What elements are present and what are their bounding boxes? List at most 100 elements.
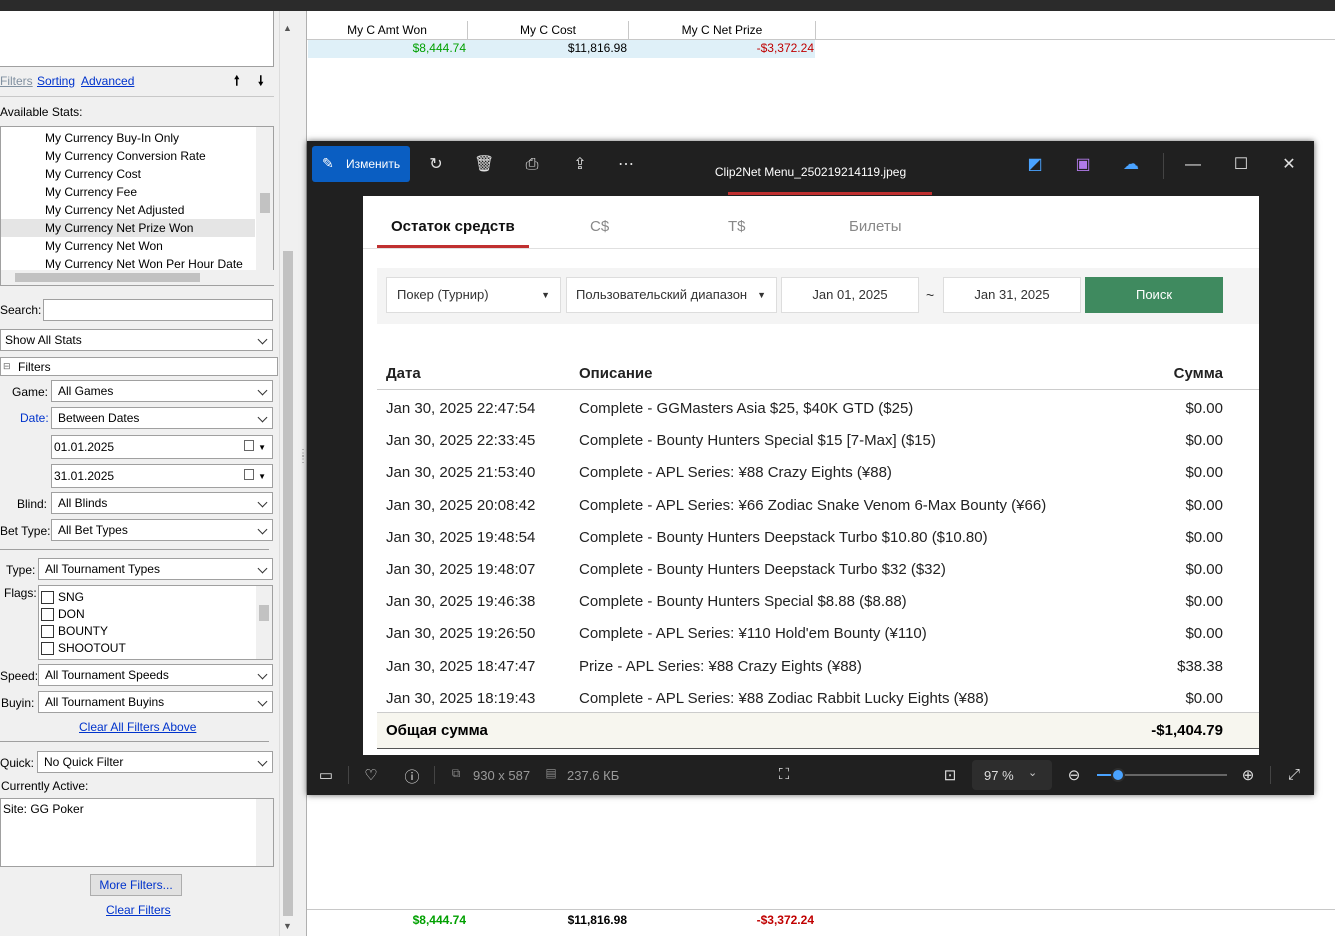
cell-sum: $0.00 [1185,689,1223,707]
info-icon[interactable]: ⓘ [403,766,421,787]
list-item[interactable]: My Currency Net Adjusted [1,201,255,219]
quick-label: Quick: [0,756,35,770]
fullscreen-icon[interactable]: ⤢ [1285,766,1303,783]
clear-above-link[interactable]: Clear All Filters Above [79,720,196,734]
flag-checkbox-item[interactable]: SHOOTOUT [41,640,126,657]
maximize-icon[interactable]: ☐ [1231,155,1251,175]
collapse-icon[interactable]: ⊟ [3,361,11,372]
zoom-slider[interactable] [1097,768,1227,782]
tab-tickets[interactable]: Билеты [849,218,901,235]
left-panel-scrollbar[interactable]: ▲ ▼ [279,11,296,936]
flag-label: SNG [58,590,85,604]
stats-list[interactable]: My Currency Buy-In Only My Currency Conve… [0,126,275,286]
date-to-field[interactable]: 31.01.2025 ▼ [51,464,273,488]
filters-section-header[interactable]: ⊟ Filters [0,357,278,376]
cell-sum: $0.00 [1185,528,1223,546]
speed-select[interactable]: All Tournament Speeds [38,664,273,686]
buyin-select[interactable]: All Tournament Buyins [38,691,273,713]
total-label: Общая сумма [386,722,488,739]
total-net: -$3,372.24 [756,913,814,927]
zoom-slider-thumb[interactable] [1110,768,1125,782]
bettype-select[interactable]: All Bet Types [51,519,273,541]
col-date: Дата [386,365,421,382]
search-button[interactable]: Поиск [1085,277,1223,313]
heart-icon[interactable]: ♡ [362,766,380,784]
onedrive-icon[interactable]: ☁ [1121,155,1141,175]
scroll-up-icon[interactable]: ▲ [283,23,292,33]
list-item[interactable]: My Currency Net Prize Won [1,219,255,237]
ocr-icon[interactable]: ⛶ [775,766,793,783]
blind-select[interactable]: All Blinds [51,492,273,514]
cost-cell: $11,816.98 [567,41,627,55]
more-filters-button[interactable]: More Filters... [90,874,182,896]
zoom-in-icon[interactable]: ⊕ [1239,766,1257,784]
splitter[interactable]: ⋮ ⋮ [296,11,308,936]
game-type-select[interactable]: Покер (Турнир) ▼ [386,277,561,313]
cell-date: Jan 30, 2025 21:53:40 [386,464,536,482]
checkbox[interactable] [41,608,54,622]
stats-vscroll[interactable] [256,127,273,271]
table-row: Jan 30, 2025 20:08:42 Complete - APL Seri… [363,491,1259,523]
minimize-icon[interactable]: — [1183,155,1203,175]
advanced-link[interactable]: Advanced [81,74,134,88]
list-item[interactable]: My Currency Cost [1,165,255,183]
search-input[interactable] [43,299,273,321]
search-label: Search: [0,303,42,317]
quick-select[interactable]: No Quick Filter [37,751,273,773]
zoom-out-icon[interactable]: ⊖ [1065,766,1083,784]
tab-balance[interactable]: Остаток средств [391,218,515,235]
tab-tdollar[interactable]: T$ [728,218,746,235]
filmstrip-icon[interactable]: ▭ [317,766,335,784]
scroll-down-icon[interactable]: ▼ [283,921,292,931]
type-select[interactable]: All Tournament Types [38,558,273,580]
tab-cdollar[interactable]: C$ [590,218,609,235]
col-header-cost[interactable]: My C Cost [468,21,629,39]
show-stats-select[interactable]: Show All Stats [0,329,273,351]
flag-checkbox-item[interactable]: DON [41,606,126,623]
blind-label: Blind: [17,497,48,511]
photo-viewer-window: ✎ Изменить ↻ 🗑 ⎙ ⇪ ⋯ Clip2Net Menu_25021… [307,141,1314,795]
list-item[interactable]: My Currency Conversion Rate [1,147,255,165]
viewed-image: Остаток средств C$ T$ Билеты Покер (Турн… [363,196,1259,756]
move-down-icon[interactable]: 🠗 [258,72,264,94]
col-desc: Описание [579,365,653,382]
doc-date-from[interactable]: Jan 01, 2025 [781,277,919,313]
col-header-amt-won[interactable]: My C Amt Won [307,21,468,39]
calendar-icon[interactable] [244,440,254,451]
flag-checkbox-item[interactable]: BOUNTY [41,623,126,640]
cell-desc: Complete - APL Series: ¥88 Zodiac Rabbit… [579,689,989,707]
checkbox[interactable] [41,642,54,656]
list-item[interactable]: My Currency Fee [1,183,255,201]
flags-list[interactable]: SNG DON BOUNTY SHOOTOUT [38,585,273,660]
sorting-link[interactable]: Sorting [37,74,75,88]
zoom-select[interactable]: 97 % ⌄ [972,760,1052,790]
game-select[interactable]: All Games [51,380,273,402]
totals-divider [307,909,1335,910]
close-icon[interactable]: ✕ [1279,155,1299,175]
doc-date-to[interactable]: Jan 31, 2025 [943,277,1081,313]
actual-size-icon[interactable]: ⊡ [941,766,959,784]
stats-hscroll[interactable] [1,270,275,285]
cell-sum: $38.38 [1177,657,1223,675]
list-item[interactable]: My Currency Net Won [1,237,255,255]
viewer-bottom-bar: ▭ ♡ ⓘ ⧉ 930 x 587 ▤ 237.6 КБ ⛶ ⊡ 97 % ⌄ … [307,755,1314,795]
divider [0,741,269,742]
checkbox[interactable] [41,625,54,639]
table-row: Jan 30, 2025 21:53:40 Complete - APL Seri… [363,458,1259,490]
flag-checkbox-item[interactable]: SNG [41,589,126,606]
list-item[interactable]: My Currency Buy-In Only [1,129,255,147]
range-select[interactable]: Пользовательский диапазон ▼ [566,277,777,313]
filters-link[interactable]: Filters [0,74,33,88]
clipchamp-icon[interactable]: ▣ [1073,155,1093,175]
move-up-icon[interactable]: 🠕 [234,72,240,94]
checkbox[interactable] [41,591,54,605]
total-cost: $11,816.98 [567,913,627,927]
buyin-label: Buyin: [1,696,35,710]
table-row: Jan 30, 2025 19:48:54 Complete - Bounty H… [363,523,1259,555]
clear-filters-link[interactable]: Clear Filters [106,903,171,917]
col-header-net-prize[interactable]: My C Net Prize [629,21,816,39]
designer-icon[interactable]: ◩ [1025,155,1045,175]
date-select[interactable]: Between Dates [51,407,273,429]
date-from-field[interactable]: 01.01.2025 ▼ [51,435,273,459]
calendar-icon[interactable] [244,469,254,480]
